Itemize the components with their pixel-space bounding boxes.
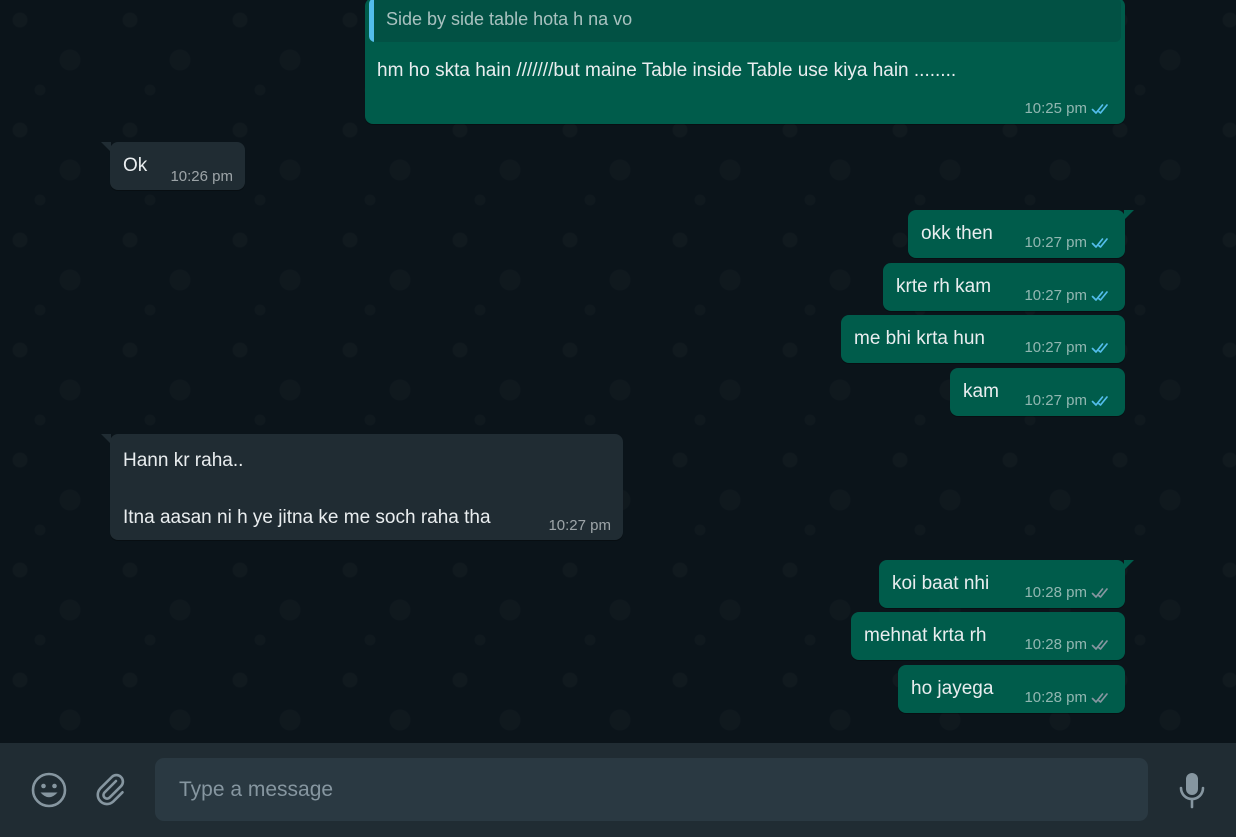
message-time: 10:26 pm [170,168,233,185]
message-text: kam [963,381,999,402]
delivered-ticks-icon [1091,586,1113,600]
message-time: 10:28 pm [1024,689,1087,706]
message-text: hm ho skta hain ///////but maine Table i… [377,60,957,81]
message-incoming[interactable]: Hann kr raha.. Itna aasan ni h ye jitna … [101,434,623,540]
message-outgoing[interactable]: mehnat krta rh 10:28 pm [851,612,1125,660]
message-time: 10:27 pm [1024,287,1087,304]
message-time: 10:27 pm [1024,234,1087,251]
message-outgoing[interactable]: me bhi krta hun 10:27 pm [841,315,1125,363]
attach-button[interactable] [89,767,133,813]
quoted-message[interactable]: Side by side table hota h na vo [369,0,1121,42]
message-text: Hann kr raha.. Itna aasan ni h ye jitna … [123,450,491,528]
message-time: 10:27 pm [1024,392,1087,409]
message-outgoing[interactable]: kam 10:27 pm [950,368,1125,416]
message-time: 10:27 pm [548,517,611,534]
read-ticks-icon [1091,341,1113,355]
message-text: mehnat krta rh [864,625,987,646]
voice-message-button[interactable] [1170,767,1214,813]
message-incoming[interactable]: Ok 10:26 pm [101,142,245,190]
message-text: me bhi krta hun [854,328,985,349]
message-input[interactable] [155,758,1148,821]
read-ticks-icon [1091,289,1113,303]
delivered-ticks-icon [1091,638,1113,652]
emoji-icon [31,772,67,808]
read-ticks-icon [1091,236,1113,250]
message-text: ho jayega [911,678,994,699]
message-outgoing[interactable]: koi baat nhi 10:28 pm [879,560,1134,608]
message-text: okk then [921,223,993,244]
message-text: krte rh kam [896,276,992,297]
read-ticks-icon [1091,394,1113,408]
message-time: 10:27 pm [1024,339,1087,356]
mic-icon [1179,773,1205,809]
emoji-button[interactable] [26,767,72,813]
paperclip-icon [96,773,125,806]
composer-bar [0,743,1236,837]
message-outgoing[interactable]: krte rh kam 10:27 pm [883,263,1125,311]
delivered-ticks-icon [1091,691,1113,705]
message-time: 10:28 pm [1024,636,1087,653]
message-input-box[interactable] [155,758,1148,821]
message-text: Ok [123,155,148,176]
message-outgoing-reply[interactable]: Side by side table hota h na vo hm ho sk… [365,0,1125,124]
quote-bar [369,0,374,42]
read-ticks-icon [1091,102,1113,116]
message-text: koi baat nhi [892,573,990,594]
message-outgoing[interactable]: ho jayega 10:28 pm [898,665,1125,713]
message-outgoing[interactable]: okk then 10:27 pm [908,210,1134,258]
message-time: 10:25 pm [1024,100,1087,117]
chat-panel: Side by side table hota h na vo hm ho sk… [0,0,1236,743]
message-time: 10:28 pm [1024,584,1087,601]
quoted-text: Side by side table hota h na vo [386,9,633,29]
